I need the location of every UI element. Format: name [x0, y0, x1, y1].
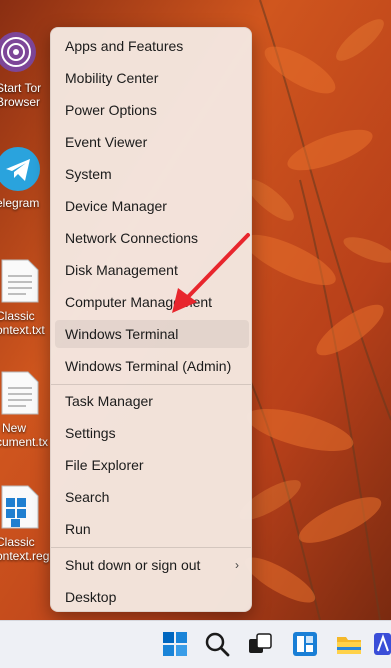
menu-item-windows-terminal[interactable]: Windows Terminal — [55, 320, 249, 348]
menu-item-computer-management[interactable]: Computer Management — [55, 288, 249, 316]
desktop-icon-label: ontext.reg — [0, 549, 50, 563]
menu-item-power-options[interactable]: Power Options — [55, 96, 249, 124]
start-icon[interactable] — [160, 629, 190, 659]
chevron-right-icon: › — [235, 558, 239, 572]
registry-file-icon — [1, 485, 39, 529]
menu-item-network-connections[interactable]: Network Connections — [55, 224, 249, 252]
desktop-icon-label: Browser — [0, 95, 41, 109]
menu-item-search[interactable]: Search — [55, 483, 249, 511]
tor-browser-icon — [0, 32, 36, 72]
menu-item-run[interactable]: Run — [55, 515, 249, 543]
desktop-icon-label: cument.tx — [0, 435, 49, 449]
menu-item-disk-management[interactable]: Disk Management — [55, 256, 249, 284]
search-icon[interactable] — [202, 629, 232, 659]
task-view-icon[interactable] — [245, 629, 275, 659]
menu-item-system[interactable]: System — [55, 160, 249, 188]
desktop-icon-label: elegram — [0, 196, 40, 210]
telegram-icon — [0, 147, 40, 191]
text-file-icon — [1, 259, 39, 303]
menu-item-event-viewer[interactable]: Event Viewer — [55, 128, 249, 156]
desktop-icon-label: Start Tor — [0, 81, 42, 95]
desktop-icon-label: New — [2, 421, 27, 435]
winx-context-menu: Apps and Features Mobility Center Power … — [50, 27, 252, 612]
menu-item-task-manager[interactable]: Task Manager — [55, 387, 249, 415]
desktop-icon-label: Classic — [0, 309, 35, 323]
file-explorer-icon[interactable] — [334, 629, 364, 659]
menu-separator — [51, 384, 251, 385]
desktop-icon-new-document[interactable]: New cument.tx — [0, 370, 50, 449]
widgets-icon[interactable] — [290, 629, 320, 659]
menu-item-apps-and-features[interactable]: Apps and Features — [55, 32, 249, 60]
app-icon[interactable] — [372, 629, 391, 659]
desktop-icon-label: ontext.txt — [0, 323, 45, 337]
desktop-icon-classic-context-reg[interactable]: Classic ontext.reg — [0, 484, 50, 563]
menu-item-windows-terminal-admin[interactable]: Windows Terminal (Admin) — [55, 352, 249, 380]
menu-item-file-explorer[interactable]: File Explorer — [55, 451, 249, 479]
desktop-icon-classic-context-txt[interactable]: Classic ontext.txt — [0, 258, 50, 337]
menu-item-settings[interactable]: Settings — [55, 419, 249, 447]
desktop-icon-telegram[interactable]: elegram — [0, 145, 50, 210]
menu-separator — [51, 547, 251, 548]
desktop-icon-label: Classic — [0, 535, 35, 549]
taskbar — [0, 620, 391, 668]
menu-item-shut-down-or-sign-out[interactable]: Shut down or sign out › — [55, 551, 249, 579]
desktop-icon-tor-browser[interactable]: Start Tor Browser — [0, 30, 50, 109]
menu-item-desktop[interactable]: Desktop — [55, 583, 249, 611]
text-file-icon — [1, 371, 39, 415]
menu-item-label: Shut down or sign out — [65, 557, 201, 573]
menu-item-mobility-center[interactable]: Mobility Center — [55, 64, 249, 92]
menu-item-device-manager[interactable]: Device Manager — [55, 192, 249, 220]
